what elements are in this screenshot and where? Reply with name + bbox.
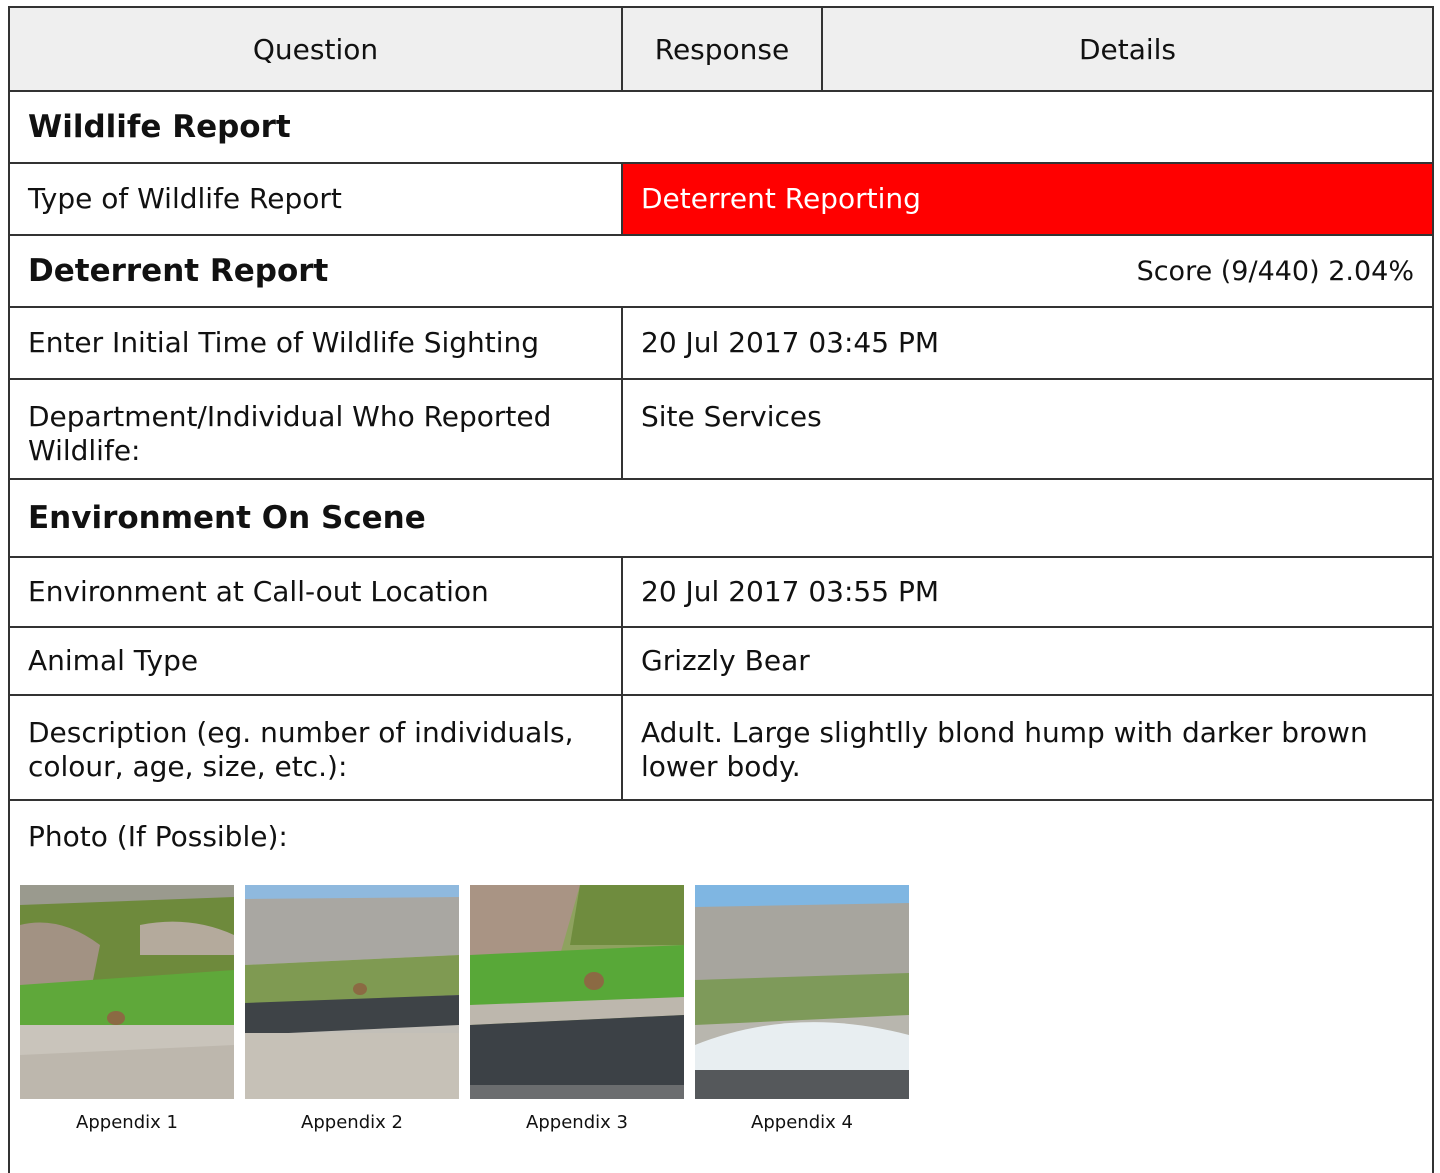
section-title-environment: Environment On Scene (28, 500, 426, 536)
photo-thumbnail[interactable] (470, 885, 684, 1099)
column-header-response: Response (623, 8, 823, 90)
response-cell-highlighted: Deterrent Reporting (623, 164, 1432, 234)
photo-caption: Appendix 1 (76, 1112, 178, 1133)
table-row: Department/Individual Who Reported Wildl… (10, 380, 1432, 480)
photo-thumbnail[interactable] (20, 885, 234, 1099)
column-header-details: Details (1078, 32, 1177, 66)
section-row: Environment On Scene (10, 480, 1432, 558)
photo-thumbnail[interactable] (695, 885, 909, 1099)
response-cell: Site Services (641, 400, 822, 433)
photo-caption: Appendix 3 (526, 1112, 628, 1133)
question-cell: Department/Individual Who Reported Wildl… (10, 380, 623, 478)
section-title-text: Deterrent Report (28, 253, 329, 289)
response-cell: Adult. Large slightlly blond hump with d… (641, 716, 1368, 783)
table-row: Description (eg. number of individuals, … (10, 696, 1432, 801)
section-row: Wildlife Report (10, 92, 1432, 164)
report-table: Question Response Details Wildlife Repor… (8, 6, 1434, 1173)
question-cell: Animal Type (10, 628, 623, 694)
photo-caption: Appendix 2 (301, 1112, 403, 1133)
response-cell: 20 Jul 2017 03:55 PM (641, 575, 940, 608)
score-label: Score (9/440) 2.04% (1136, 255, 1414, 287)
table-row: Animal Type Grizzly Bear (10, 628, 1432, 696)
photo-caption: Appendix 4 (751, 1112, 853, 1133)
question-cell: Type of Wildlife Report (10, 164, 623, 234)
table-row: Type of Wildlife Report Deterrent Report… (10, 164, 1432, 236)
table-header: Question Response Details (10, 8, 1432, 92)
table-row: Environment at Call-out Location 20 Jul … (10, 558, 1432, 628)
table-row: Enter Initial Time of Wildlife Sighting … (10, 308, 1432, 380)
section-title-deterrent-report: Deterrent Report Score (9/440) 2.04% (10, 236, 1432, 306)
column-header-question: Question (10, 8, 623, 90)
question-cell: Environment at Call-out Location (10, 558, 623, 626)
photo-thumbnail[interactable] (245, 885, 459, 1099)
response-cell: 20 Jul 2017 03:45 PM (641, 326, 940, 359)
question-cell: Description (eg. number of individuals, … (10, 696, 623, 799)
response-cell: Grizzly Bear (641, 644, 810, 677)
question-cell: Enter Initial Time of Wildlife Sighting (10, 308, 623, 378)
section-row: Deterrent Report Score (9/440) 2.04% (10, 236, 1432, 308)
photo-label: Photo (If Possible): (28, 820, 288, 853)
section-title-wildlife-report: Wildlife Report (28, 109, 291, 145)
